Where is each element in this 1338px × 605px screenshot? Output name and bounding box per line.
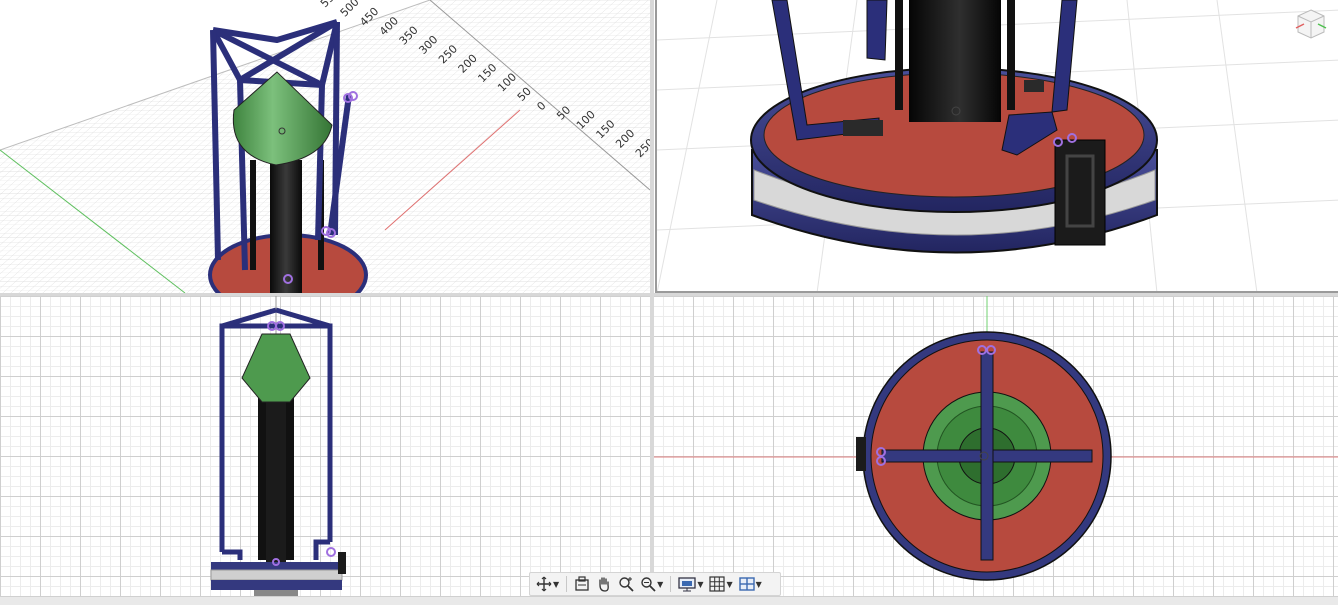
perspective-scene: 5505004504003503002502001501005005010015… bbox=[0, 0, 650, 293]
green-cone bbox=[241, 333, 311, 403]
look-at-button[interactable] bbox=[572, 574, 592, 594]
grid-dropdown-caret[interactable]: ▼ bbox=[726, 580, 732, 589]
frame-leg bbox=[866, 0, 888, 61]
joint-marker[interactable] bbox=[326, 547, 336, 557]
rod bbox=[258, 396, 266, 560]
center-tube bbox=[909, 0, 1001, 122]
display-dropdown-caret[interactable]: ▼ bbox=[697, 580, 703, 589]
foot-block bbox=[843, 120, 883, 136]
zoom-button[interactable] bbox=[616, 574, 636, 594]
base-gasket bbox=[210, 569, 343, 581]
zoom-dropdown-caret[interactable]: ▼ bbox=[657, 580, 663, 589]
orbit-button[interactable]: ▼ bbox=[534, 574, 561, 594]
side-box bbox=[338, 552, 346, 574]
viewport-divider-vertical[interactable] bbox=[650, 0, 654, 600]
center-tube bbox=[266, 396, 286, 566]
navigation-toolbar: ▼ ▼ ▼ ▼ ▼ bbox=[529, 572, 781, 596]
toolbar-separator bbox=[566, 576, 568, 592]
zoom-window-icon bbox=[641, 577, 656, 592]
viewport-divider-horizontal[interactable] bbox=[0, 293, 1338, 296]
toolbar-separator bbox=[670, 576, 672, 592]
display-settings-button[interactable]: ▼ bbox=[676, 574, 705, 594]
rod bbox=[250, 160, 256, 270]
viewport-perspective[interactable]: 5505004504003503002502001501005005010015… bbox=[0, 0, 650, 293]
viewcube[interactable] bbox=[1294, 6, 1328, 42]
zoom-icon bbox=[619, 577, 634, 592]
top-scene bbox=[653, 296, 1338, 581]
viewcube-icon bbox=[1295, 9, 1327, 39]
viewports-icon bbox=[738, 577, 755, 591]
viewport-front[interactable] bbox=[0, 296, 650, 596]
side-box bbox=[856, 437, 866, 471]
viewports-dropdown-caret[interactable]: ▼ bbox=[756, 580, 762, 589]
ruler-label: 500 bbox=[338, 0, 362, 19]
closeup-scene bbox=[657, 0, 1338, 291]
frame-bar-vertical bbox=[980, 351, 994, 561]
grid-snap-icon bbox=[709, 576, 726, 592]
pan-hand-icon bbox=[599, 577, 609, 592]
zoom-window-button[interactable]: ▼ bbox=[638, 574, 665, 594]
rod bbox=[895, 0, 903, 110]
viewports-button[interactable]: ▼ bbox=[737, 574, 764, 594]
front-scene bbox=[210, 296, 346, 596]
rod bbox=[1007, 0, 1015, 110]
center-tube bbox=[270, 160, 302, 293]
orbit-icon bbox=[536, 576, 552, 592]
orbit-dropdown-caret[interactable]: ▼ bbox=[553, 580, 559, 589]
display-settings-icon bbox=[678, 577, 696, 592]
viewport-closeup[interactable] bbox=[655, 0, 1338, 293]
pan-button[interactable] bbox=[594, 574, 614, 594]
rod bbox=[286, 396, 294, 560]
base-ring bbox=[211, 580, 342, 590]
foot-block bbox=[1024, 80, 1044, 92]
look-at-icon bbox=[575, 576, 589, 591]
grid-snap-button[interactable]: ▼ bbox=[707, 574, 734, 594]
base-ring bbox=[211, 562, 342, 570]
viewport-top[interactable] bbox=[653, 296, 1338, 596]
